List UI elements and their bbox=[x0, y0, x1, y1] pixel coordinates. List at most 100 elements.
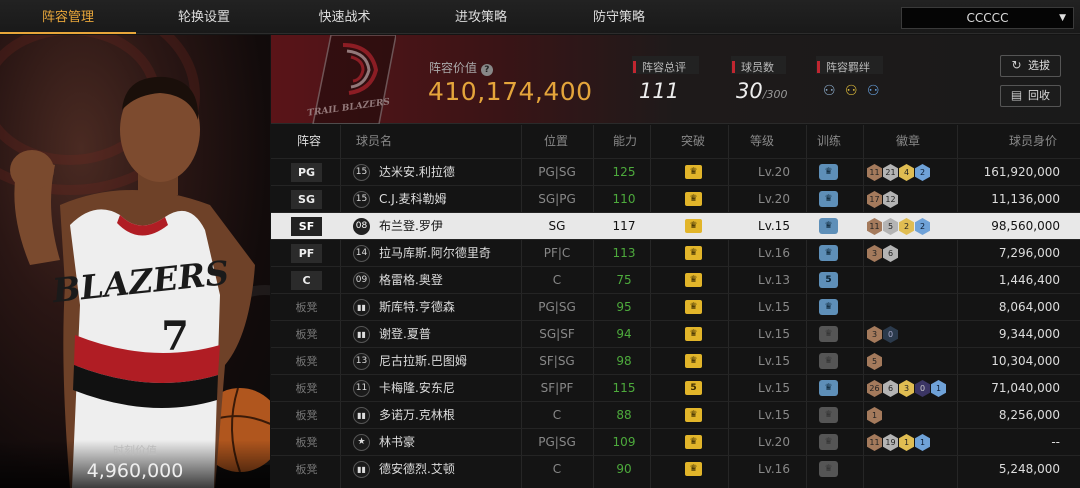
badge-icon: 19 bbox=[883, 434, 898, 451]
badge-list[interactable]: 17 12 bbox=[867, 191, 959, 208]
crown-icon[interactable]: ♛ bbox=[685, 435, 702, 449]
tab-rotation[interactable]: 轮换设置 bbox=[136, 0, 272, 34]
badge-list[interactable]: 1 bbox=[867, 407, 959, 424]
bond-icon: ⚇ bbox=[867, 83, 880, 99]
badge-icon: 2 bbox=[915, 164, 930, 181]
badge-list[interactable]: 26 6 3 0 1 bbox=[867, 380, 959, 397]
crown-icon[interactable]: ♛ bbox=[685, 246, 702, 260]
table-row[interactable]: PG 15 达米安.利拉德 PG|SG 125 ♛ Lv.20 ♛ 11 21 4 2 161,920,… bbox=[271, 158, 1080, 185]
player-position: SG bbox=[548, 219, 566, 233]
col-position[interactable]: 位置 bbox=[544, 125, 568, 158]
crown-icon[interactable]: ♛ bbox=[685, 408, 702, 422]
training-icon[interactable]: ♛ bbox=[819, 245, 838, 261]
badge-list[interactable]: 11 19 1 1 bbox=[867, 434, 959, 451]
player-name: 德安德烈.艾顿 bbox=[379, 462, 455, 476]
training-icon[interactable]: ♛ bbox=[819, 299, 838, 315]
lineup-value: 410,174,400 bbox=[428, 77, 593, 106]
player-position: C bbox=[552, 462, 562, 476]
col-name[interactable]: 球员名 bbox=[356, 125, 392, 158]
training-icon[interactable]: ♛ bbox=[819, 353, 838, 369]
badge-icon: 5 bbox=[867, 353, 882, 370]
crown-icon[interactable]: ♛ bbox=[685, 273, 702, 287]
badge-list[interactable] bbox=[867, 272, 959, 289]
col-slot[interactable]: 阵容 bbox=[297, 125, 321, 158]
training-icon[interactable]: ♛ bbox=[819, 191, 838, 207]
badge-list[interactable]: 11 5 2 2 bbox=[867, 218, 959, 235]
refresh-icon: ↻ bbox=[1011, 58, 1022, 72]
training-icon[interactable]: ♛ bbox=[819, 164, 838, 180]
badge-list[interactable]: 36 bbox=[867, 245, 959, 262]
badge-icon: 1 bbox=[931, 380, 946, 397]
badge-list[interactable] bbox=[867, 461, 959, 478]
badge-list[interactable] bbox=[867, 299, 959, 316]
crown-icon[interactable]: ♛ bbox=[685, 354, 702, 368]
player-level: Lv.15 bbox=[758, 354, 790, 368]
slot-label: PG bbox=[291, 163, 322, 182]
player-position: SF|SG bbox=[539, 354, 575, 368]
badge-icon: 12 bbox=[883, 191, 898, 208]
recycle-button[interactable]: ▤ 回收 bbox=[1000, 85, 1061, 107]
tab-defense[interactable]: 防守策略 bbox=[545, 0, 693, 34]
table-row[interactable]: 板凳 11 卡梅隆.安东尼 SF|PF 115 5 Lv.15 ♛ 26 6 3 0 1 71,040,0… bbox=[271, 374, 1080, 401]
table-row[interactable]: 板凳 ▮▮ 斯库特.亨德森 PG|SG 95 ♛ Lv.15 ♛ 8,064,000 bbox=[271, 293, 1080, 320]
table-row[interactable]: PF 14 拉马库斯.阿尔德里奇 PF|C 113 ♛ Lv.16 ♛ 3 6 7,296,000 bbox=[271, 239, 1080, 266]
table-row[interactable]: 板凳 ▮▮ 德安德烈.艾顿 C 90 ♛ Lv.16 ♛ 5,248,000 bbox=[271, 455, 1080, 482]
jersey-number: 13 bbox=[353, 353, 370, 370]
tab-offense[interactable]: 进攻策略 bbox=[417, 0, 545, 34]
badge-icon: 21 bbox=[883, 164, 898, 181]
crown-icon[interactable]: ♛ bbox=[685, 327, 702, 341]
team-logo: TRAIL BLAZERS bbox=[307, 35, 396, 124]
crown-icon[interactable]: ♛ bbox=[685, 462, 702, 476]
crown-icon[interactable]: ♛ bbox=[685, 165, 702, 179]
player-name: 格雷格.奥登 bbox=[379, 273, 443, 287]
training-icon[interactable]: ♛ bbox=[819, 434, 838, 450]
jersey-number: 15 bbox=[353, 191, 370, 208]
team-select[interactable]: CCCCC ▼ bbox=[901, 7, 1074, 29]
bonds-icons[interactable]: ⚇ ⚇ ⚇ bbox=[823, 83, 893, 101]
player-position: PG|SG bbox=[538, 165, 576, 179]
badge-icon: 17 bbox=[867, 191, 882, 208]
training-icon[interactable]: ♛ bbox=[819, 326, 838, 342]
roster-table: 阵容 球员名 位置 能力 突破 等级 训练 徽章 球员身价 PG 15 达米安.利拉… bbox=[271, 125, 1080, 488]
training-icon[interactable]: ♛ bbox=[819, 218, 838, 234]
player-value: 8,064,000 bbox=[998, 300, 1060, 314]
crown-icon[interactable]: ♛ bbox=[685, 192, 702, 206]
badge-list[interactable]: 5 bbox=[867, 353, 959, 370]
table-row[interactable]: SG 15 C.J.麦科勒姆 SG|PG 110 ♛ Lv.20 ♛ 17 12 11,136,00… bbox=[271, 185, 1080, 212]
player-level: Lv.16 bbox=[758, 246, 790, 260]
player-value: 8,256,000 bbox=[998, 408, 1060, 422]
tab-quick-tactics[interactable]: 快速战术 bbox=[272, 0, 417, 34]
col-value[interactable]: 球员身价 bbox=[1009, 125, 1057, 158]
table-row[interactable]: 板凳 ★ 林书豪 PG|SG 109 ♛ Lv.20 ♛ 11 19 1 1 -- bbox=[271, 428, 1080, 455]
table-row[interactable]: 板凳 13 尼古拉斯.巴图姆 SF|SG 98 ♛ Lv.15 ♛ 5 10,304,000 bbox=[271, 347, 1080, 374]
breakthrough-badge[interactable]: 5 bbox=[685, 381, 702, 395]
table-row[interactable]: C 09 格雷格.奥登 C 75 ♛ Lv.13 5 1,446,400 bbox=[271, 266, 1080, 293]
col-breakthrough[interactable]: 突破 bbox=[681, 125, 705, 158]
training-badge[interactable]: 5 bbox=[819, 272, 838, 288]
training-icon[interactable]: ♛ bbox=[819, 461, 838, 477]
crown-icon[interactable]: ♛ bbox=[685, 219, 702, 233]
table-row[interactable]: 板凳 ▮▮ 多诺万.克林根 C 88 ♛ Lv.15 ♛ 1 8,256,000 bbox=[271, 401, 1080, 428]
col-badges[interactable]: 徽章 bbox=[896, 125, 920, 158]
players-count: 30/300 bbox=[736, 79, 788, 103]
chevron-down-icon: ▼ bbox=[1059, 13, 1066, 23]
col-ability[interactable]: 能力 bbox=[613, 125, 637, 158]
tab-lineup[interactable]: 阵容管理 bbox=[0, 0, 136, 34]
training-icon[interactable]: ♛ bbox=[819, 407, 838, 423]
player-position: SG|SF bbox=[539, 327, 575, 341]
crown-icon[interactable]: ♛ bbox=[685, 300, 702, 314]
player-value: 98,560,000 bbox=[991, 219, 1060, 233]
badge-icon: 6 bbox=[883, 380, 898, 397]
help-icon[interactable]: ? bbox=[480, 64, 493, 76]
select-button[interactable]: ↻ 选拔 bbox=[1000, 55, 1061, 77]
table-row[interactable]: 板凳 ▮▮ 谢登.夏普 SG|SF 94 ♛ Lv.15 ♛ 3 0 9,344,000 bbox=[271, 320, 1080, 347]
badge-list[interactable]: 30 bbox=[867, 326, 959, 343]
player-value: 10,304,000 bbox=[991, 354, 1060, 368]
col-training[interactable]: 训练 bbox=[817, 125, 841, 158]
training-icon[interactable]: ♛ bbox=[819, 380, 838, 396]
player-name: 斯库特.亨德森 bbox=[379, 300, 455, 314]
badge-list[interactable]: 11 21 4 2 bbox=[867, 164, 959, 181]
table-row[interactable]: SF 08 布兰登.罗伊 SG 117 ♛ Lv.15 ♛ 11 5 2 2 98,560,000 bbox=[271, 212, 1080, 239]
col-level[interactable]: 等级 bbox=[750, 125, 774, 158]
slot-label: PF bbox=[291, 244, 322, 263]
